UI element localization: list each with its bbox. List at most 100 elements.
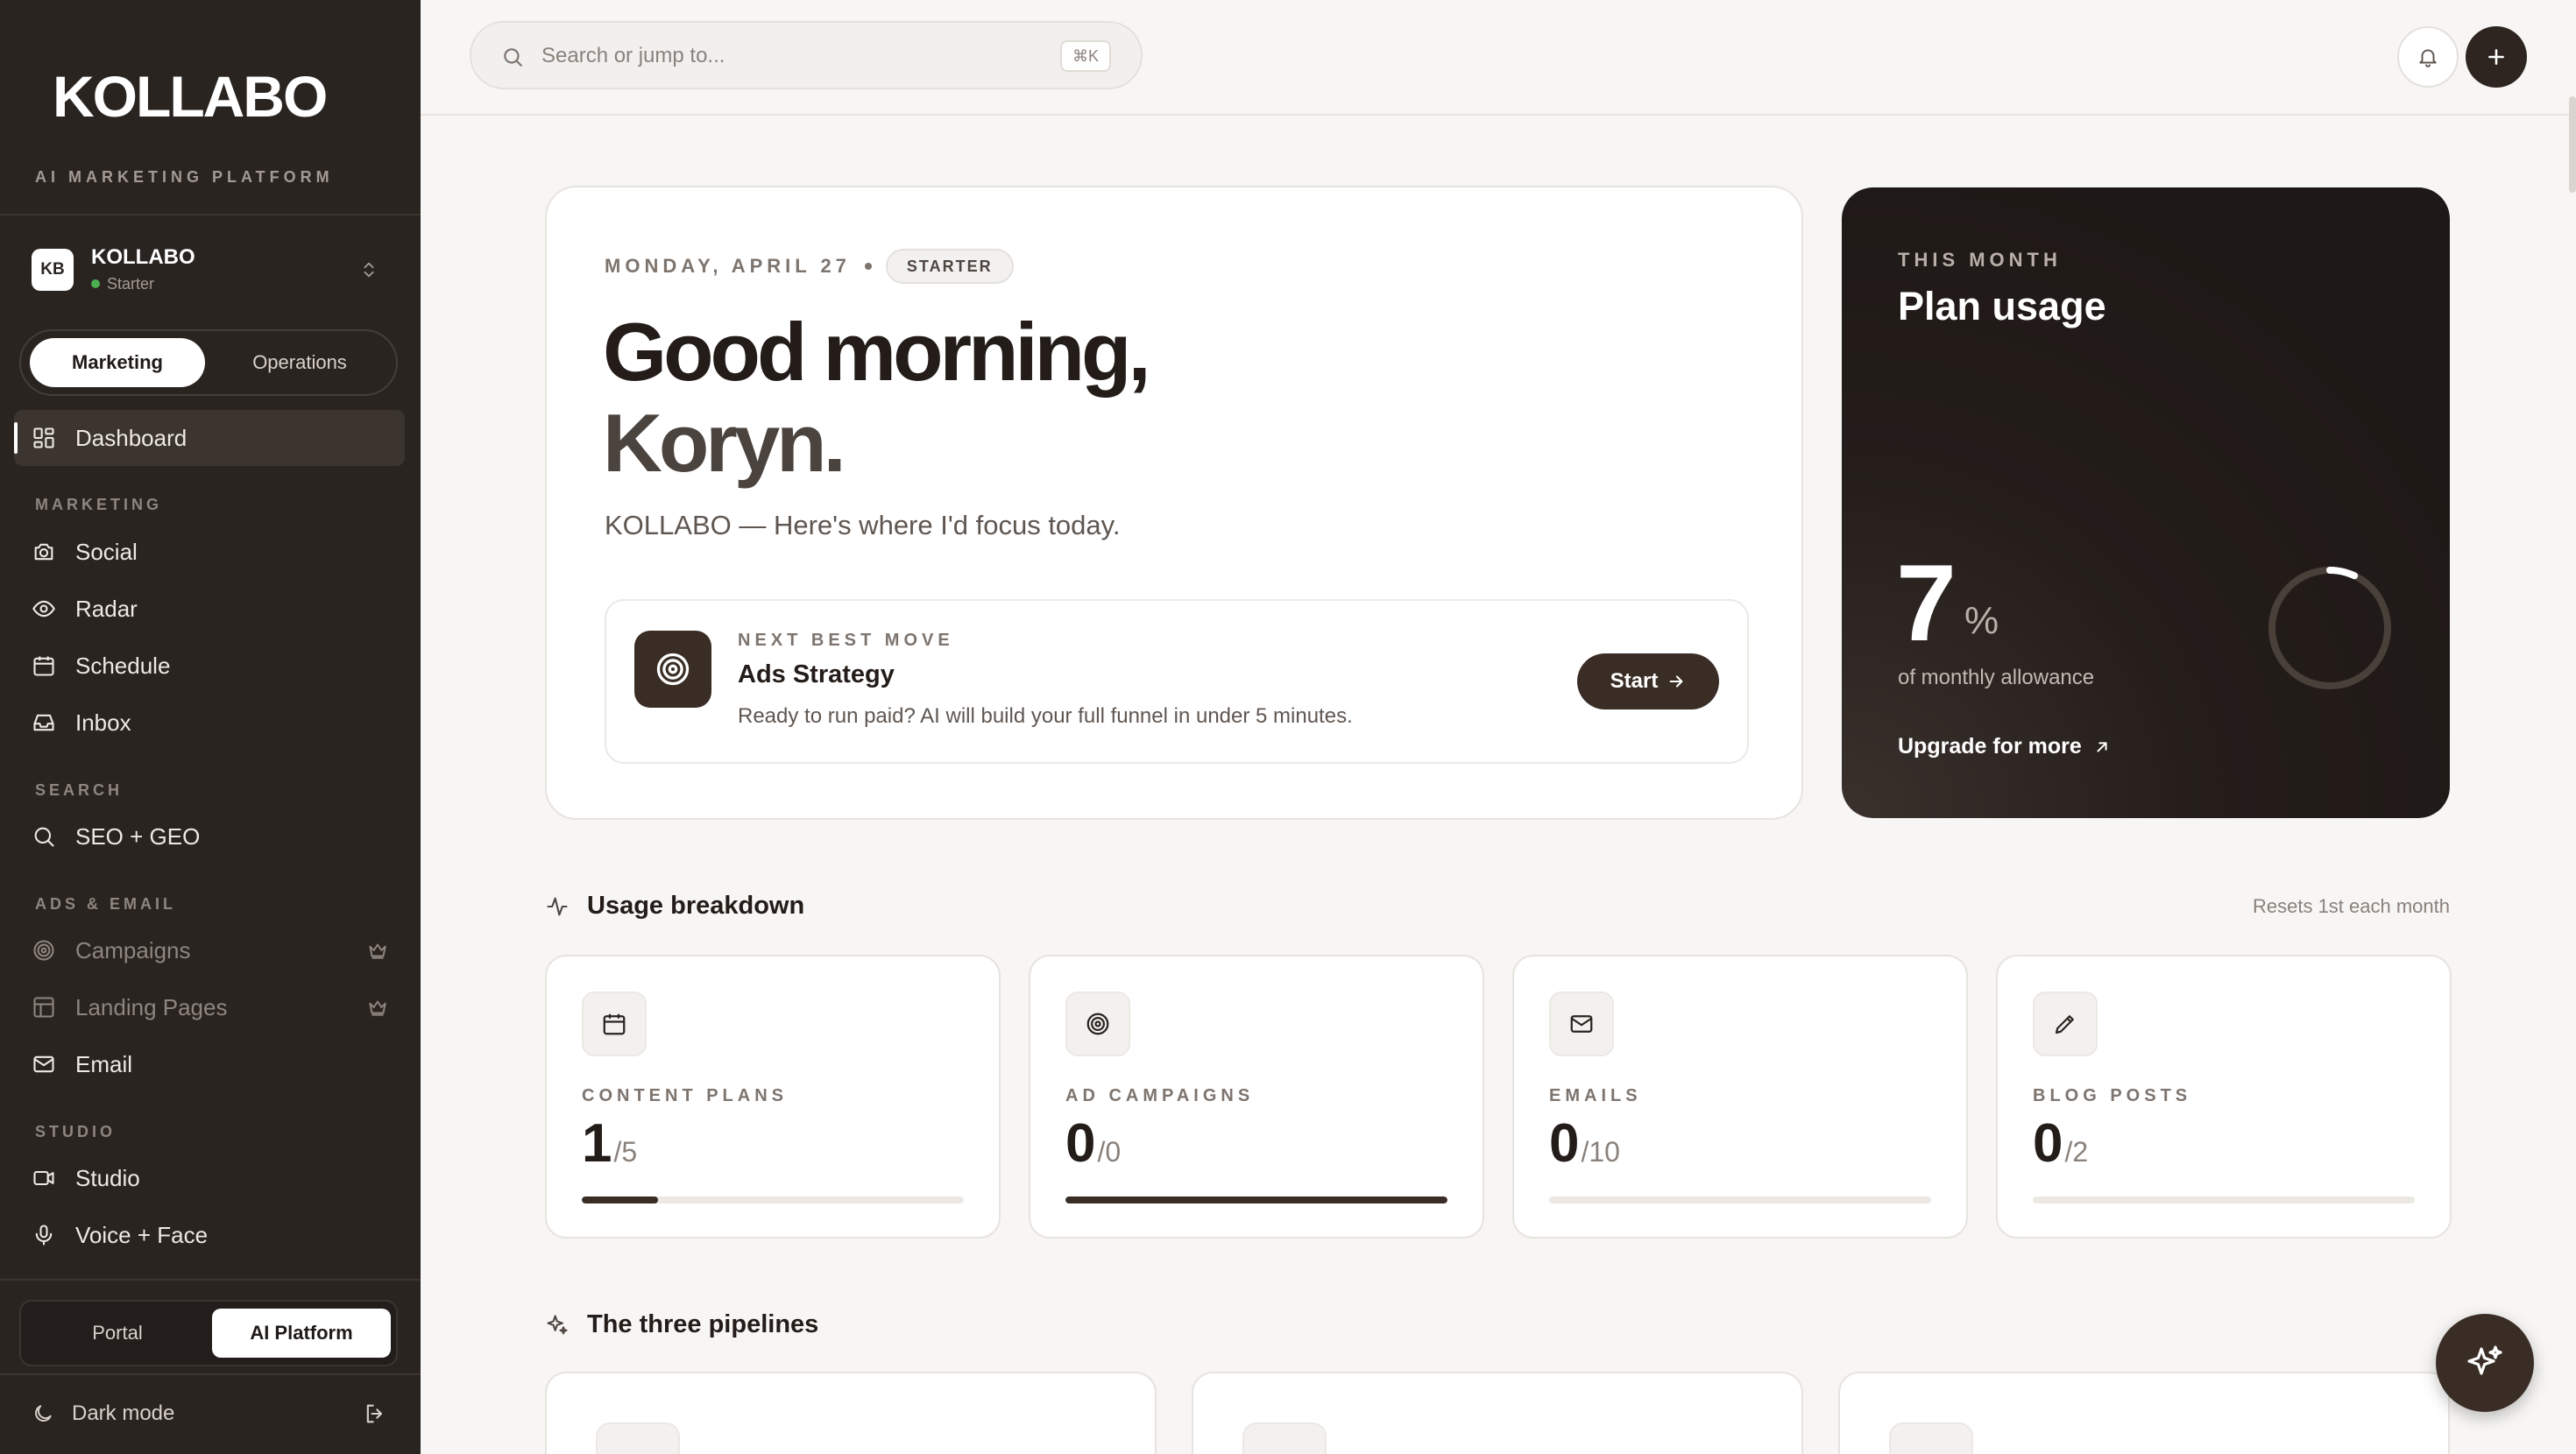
nav-campaigns[interactable]: Campaigns xyxy=(32,933,191,968)
usage-label: CONTENT PLANS xyxy=(582,1086,788,1105)
notifications-button[interactable] xyxy=(2397,26,2459,88)
upgrade-link[interactable]: Upgrade for more xyxy=(1898,734,2112,759)
nav-schedule[interactable]: Schedule xyxy=(32,648,170,683)
layout-icon xyxy=(33,997,54,1018)
nav-email[interactable]: Email xyxy=(32,1047,132,1082)
usage-card-blog-posts[interactable]: BLOG POSTS 0/2 xyxy=(1996,955,2452,1239)
usage-label: AD CAMPAIGNS xyxy=(1065,1086,1255,1105)
inbox-icon xyxy=(33,714,54,731)
pipeline-icon xyxy=(1889,1422,1973,1454)
usage-value: 0/2 xyxy=(2033,1112,2088,1175)
nav-landing-pages[interactable]: Landing Pages xyxy=(32,990,227,1025)
sparkles-icon xyxy=(2467,1345,2502,1375)
start-button[interactable]: Start xyxy=(1577,653,1719,709)
status-dot xyxy=(91,279,100,288)
nav-section-studio: STUDIO xyxy=(35,1123,117,1140)
arrow-up-right-icon xyxy=(2097,741,2107,752)
camera-icon xyxy=(34,543,53,561)
workspace-plan-label: Starter xyxy=(107,275,155,293)
pipeline-card[interactable] xyxy=(1192,1372,1803,1454)
usage-card-ad-campaigns[interactable]: AD CAMPAIGNS 0/0 xyxy=(1029,955,1484,1239)
plan-percent: 7 xyxy=(1896,543,1957,664)
nav-social-label: Social xyxy=(75,538,138,565)
ai-assistant-button[interactable] xyxy=(2436,1314,2534,1412)
usage-progress-bar xyxy=(1549,1196,1931,1203)
usage-label: EMAILS xyxy=(1549,1086,1642,1105)
mail-icon xyxy=(33,1055,54,1073)
nav-section-search: SEARCH xyxy=(35,781,124,799)
plan-usage-card: THIS MONTH Plan usage 7 % of monthly all… xyxy=(1842,187,2450,818)
usage-value: 1/5 xyxy=(582,1112,637,1175)
moon-icon xyxy=(35,1405,52,1422)
dot-separator xyxy=(864,263,872,270)
pipeline-card[interactable] xyxy=(1838,1372,2450,1454)
date-row: MONDAY, APRIL 27 STARTER xyxy=(605,249,1014,284)
nav-seo[interactable]: SEO + GEO xyxy=(32,819,200,854)
sidebar: KOLLABO AI MARKETING PLATFORM KB KOLLABO… xyxy=(0,0,421,1454)
nav-voice-face[interactable]: Voice + Face xyxy=(32,1218,208,1253)
usage-card-emails[interactable]: EMAILS 0/10 xyxy=(1512,955,1968,1239)
nav-dashboard[interactable]: Dashboard xyxy=(32,420,187,455)
nav-landing-pages-label: Landing Pages xyxy=(75,993,228,1020)
portal-button[interactable]: Portal xyxy=(28,1309,207,1358)
usage-progress-fill xyxy=(582,1196,659,1203)
pipelines-heading: The three pipelines xyxy=(545,1310,818,1339)
brand-logo[interactable]: KOLLABO xyxy=(53,63,328,130)
mode-operations-button[interactable]: Operations xyxy=(212,338,387,387)
usage-progress-fill xyxy=(1065,1196,1447,1203)
ai-platform-button[interactable]: AI Platform xyxy=(212,1309,391,1358)
logout-icon[interactable] xyxy=(363,1401,387,1426)
usage-progress-bar xyxy=(582,1196,964,1203)
current-date: MONDAY, APRIL 27 xyxy=(605,255,851,277)
usage-card-content-plans[interactable]: CONTENT PLANS 1/5 xyxy=(545,955,1001,1239)
usage-breakdown-heading: Usage breakdown xyxy=(545,892,804,921)
dark-mode-toggle[interactable]: Dark mode xyxy=(32,1398,393,1429)
nav-studio[interactable]: Studio xyxy=(32,1161,140,1196)
chevron-up-down-icon xyxy=(364,262,374,278)
plan-percent-sign: % xyxy=(1964,599,1999,642)
arrow-right-icon xyxy=(1669,675,1683,688)
mode-marketing-button[interactable]: Marketing xyxy=(30,338,205,387)
usage-used: 0 xyxy=(2033,1113,2063,1174)
target-icon xyxy=(1065,992,1130,1056)
greeting-heading: Good morning, Koryn. xyxy=(603,306,1151,489)
usage-ring xyxy=(2268,567,2391,689)
search-bar[interactable]: Search or jump to... ⌘K xyxy=(470,21,1143,89)
usage-limit: /2 xyxy=(2064,1136,2089,1168)
scrollbar[interactable] xyxy=(2569,96,2576,193)
nav-studio-label: Studio xyxy=(75,1164,140,1191)
nav-active-indicator xyxy=(14,422,18,454)
bell-icon xyxy=(2419,49,2437,67)
nav-dashboard-label: Dashboard xyxy=(75,424,188,451)
create-button[interactable] xyxy=(2466,26,2527,88)
nav-inbox[interactable]: Inbox xyxy=(32,705,131,740)
usage-value: 0/0 xyxy=(1065,1112,1121,1175)
pipelines-title: The three pipelines xyxy=(587,1310,819,1338)
usage-progress-bar xyxy=(1065,1196,1447,1203)
workspace-switcher[interactable]: KB KOLLABO Starter xyxy=(32,245,393,294)
search-icon xyxy=(504,48,522,67)
nav-social[interactable]: Social xyxy=(32,534,138,569)
usage-used: 0 xyxy=(1549,1113,1580,1174)
brand-tagline: AI MARKETING PLATFORM xyxy=(35,168,334,186)
search-placeholder: Search or jump to... xyxy=(541,44,725,67)
greeting-subtitle: KOLLABO — Here's where I'd focus today. xyxy=(605,510,1121,540)
nav-section-marketing: MARKETING xyxy=(35,496,162,513)
nav-radar[interactable]: Radar xyxy=(32,591,138,626)
calendar-icon xyxy=(33,656,54,676)
crown-icon xyxy=(369,1000,386,1016)
target-icon xyxy=(33,940,54,961)
plan-title: Plan usage xyxy=(1898,284,2106,328)
resets-note: Resets 1st each month xyxy=(2252,895,2450,917)
sidebar-divider xyxy=(0,1279,421,1281)
plus-icon xyxy=(2488,49,2504,65)
next-best-move-card[interactable]: NEXT BEST MOVE Ads Strategy Ready to run… xyxy=(605,599,1749,764)
usage-value: 0/10 xyxy=(1549,1112,1620,1175)
mail-icon xyxy=(1549,992,1614,1056)
next-move-kicker: NEXT BEST MOVE xyxy=(738,631,954,650)
search-shortcut: ⌘K xyxy=(1059,40,1111,72)
next-move-description: Ready to run paid? AI will build your fu… xyxy=(738,704,1353,728)
greeting-line: Good morning, xyxy=(603,306,1151,398)
next-move-title: Ads Strategy xyxy=(738,660,895,688)
pipeline-card[interactable] xyxy=(545,1372,1157,1454)
